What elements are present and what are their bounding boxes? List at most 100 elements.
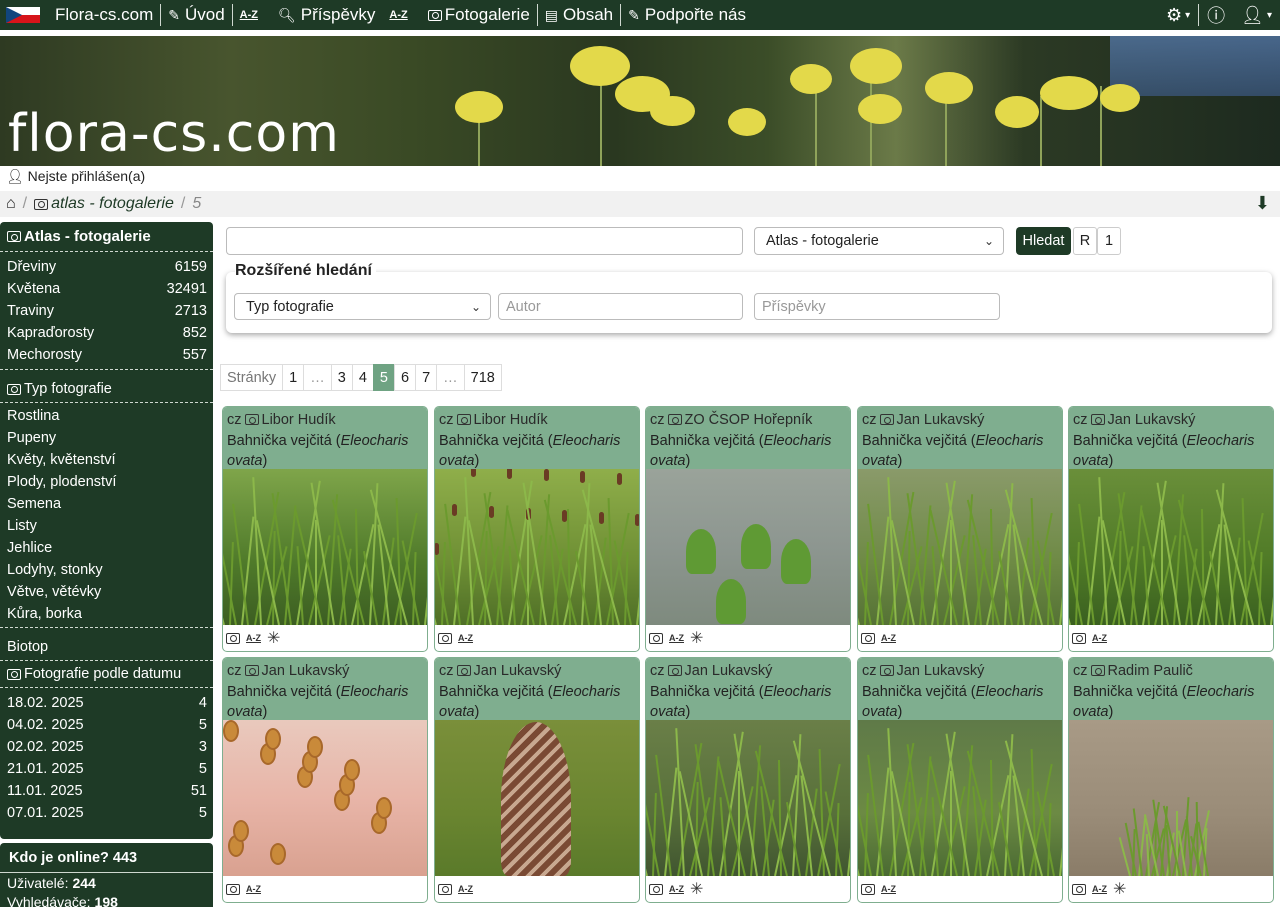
posts-field[interactable]: Příspěvky: [754, 293, 1000, 320]
card-author[interactable]: cz ZO ČSOP Hořepník: [650, 410, 846, 431]
card-photo[interactable]: [1069, 720, 1273, 876]
photo-type-select[interactable]: Typ fotografie ⌄: [234, 293, 491, 320]
card-author[interactable]: cz Jan Lukavský: [862, 410, 1058, 431]
asterisk-icon[interactable]: ✳: [1113, 879, 1126, 899]
czech-flag-icon[interactable]: [6, 7, 40, 23]
photo-card[interactable]: cz Radim Paulič Bahnička vejčitá (Eleochar…: [1068, 657, 1274, 903]
sidebar-date[interactable]: 02.02. 2025 3: [0, 736, 213, 758]
sidebar-category[interactable]: Kapraďorosty 852: [0, 322, 213, 344]
scroll-down-icon[interactable]: ⬇: [1255, 193, 1270, 214]
page-link[interactable]: 4: [351, 364, 374, 391]
home-icon[interactable]: ⌂: [6, 195, 16, 213]
card-photo[interactable]: [646, 720, 850, 876]
card-photo[interactable]: [646, 469, 850, 625]
card-title[interactable]: Bahnička vejčitá (Eleocharis ovata): [1073, 431, 1269, 472]
one-button[interactable]: 1: [1097, 227, 1121, 255]
az-icon[interactable]: A-Z: [881, 633, 896, 643]
card-photo[interactable]: [223, 469, 427, 625]
card-title[interactable]: Bahnička vejčitá (Eleocharis ovata): [439, 431, 635, 472]
card-photo[interactable]: [858, 469, 1062, 625]
page-link[interactable]: 7: [415, 364, 438, 391]
photo-card[interactable]: cz Jan Lukavský Bahnička vejčitá (Eleochar…: [434, 657, 640, 903]
sidebar-photo-type[interactable]: Květy, květenství: [0, 449, 213, 471]
camera-icon[interactable]: [649, 632, 663, 644]
author-field[interactable]: Autor: [498, 293, 743, 320]
az-icon[interactable]: A-Z: [246, 884, 261, 894]
az-icon[interactable]: A-Z: [1092, 633, 1107, 643]
camera-icon[interactable]: [649, 883, 663, 895]
card-author[interactable]: cz Libor Hudík: [439, 410, 635, 431]
card-title[interactable]: Bahnička vejčitá (Eleocharis ovata): [862, 431, 1058, 472]
search-button[interactable]: Hledat: [1016, 227, 1071, 255]
sidebar-title[interactable]: Atlas - fotogalerie: [0, 222, 213, 252]
settings-menu[interactable]: ⚙ ▾: [1158, 0, 1198, 30]
az-icon[interactable]: A-Z: [246, 633, 261, 643]
card-photo[interactable]: [1069, 469, 1273, 625]
camera-icon[interactable]: [226, 632, 240, 644]
site-name-link[interactable]: Flora-cs.com: [48, 0, 160, 30]
camera-icon[interactable]: [861, 632, 875, 644]
nav-item-az-2[interactable]: A-Z: [382, 0, 420, 30]
camera-icon[interactable]: [438, 883, 452, 895]
advanced-search-title[interactable]: Rozšířené hledání: [235, 262, 376, 280]
page-link[interactable]: 3: [330, 364, 353, 391]
page-link-current[interactable]: 5: [372, 364, 395, 391]
camera-icon[interactable]: [226, 883, 240, 895]
site-logo[interactable]: flora-cs.com: [8, 104, 340, 164]
sidebar-date[interactable]: 04.02. 2025 5: [0, 714, 213, 736]
page-link[interactable]: 1: [282, 364, 305, 391]
photo-card[interactable]: cz Jan Lukavský Bahnička vejčitá (Eleochar…: [857, 406, 1063, 652]
breadcrumb-gallery-link[interactable]: atlas - fotogalerie: [51, 195, 174, 213]
card-photo[interactable]: [223, 720, 427, 876]
asterisk-icon[interactable]: ✳: [690, 879, 703, 899]
sidebar-category[interactable]: Dřeviny 6159: [0, 256, 213, 278]
help-button[interactable]: ⓘ: [1199, 0, 1233, 30]
card-photo[interactable]: [435, 469, 639, 625]
asterisk-icon[interactable]: ✳: [690, 628, 703, 648]
az-icon[interactable]: A-Z: [458, 633, 473, 643]
sidebar-photo-type[interactable]: Větve, větévky: [0, 581, 213, 603]
card-title[interactable]: Bahnička vejčitá (Eleocharis ovata): [439, 682, 635, 723]
card-author[interactable]: cz Jan Lukavský: [862, 661, 1058, 682]
card-author[interactable]: cz Jan Lukavský: [439, 661, 635, 682]
nav-item-uvod[interactable]: ✎ Úvod: [161, 0, 231, 30]
photo-card[interactable]: cz Libor Hudík Bahnička vejčitá (Eleochari…: [434, 406, 640, 652]
sidebar-photo-type-title[interactable]: Typ fotografie: [0, 370, 213, 403]
sidebar-by-date-title[interactable]: Fotografie podle datumu: [0, 661, 213, 688]
sidebar-category[interactable]: Mechorosty 557: [0, 344, 213, 370]
nav-item-obsah[interactable]: ▤ Obsah: [538, 0, 620, 30]
sidebar-photo-type[interactable]: Semena: [0, 493, 213, 515]
login-status[interactable]: 👤︎ Nejste přihlášen(a): [6, 168, 145, 185]
card-photo[interactable]: [435, 720, 639, 876]
card-title[interactable]: Bahnička vejčitá (Eleocharis ovata): [1073, 682, 1269, 723]
az-icon[interactable]: A-Z: [458, 884, 473, 894]
photo-card[interactable]: cz Jan Lukavský Bahnička vejčitá (Eleochar…: [645, 657, 851, 903]
photo-card[interactable]: cz Libor Hudík Bahnička vejčitá (Eleochari…: [222, 406, 428, 652]
az-icon[interactable]: A-Z: [881, 884, 896, 894]
search-scope-select[interactable]: Atlas - fotogalerie ⌄: [754, 227, 1004, 255]
sidebar-date[interactable]: 18.02. 2025 4: [0, 692, 213, 714]
card-photo[interactable]: [858, 720, 1062, 876]
sidebar-date[interactable]: 21.01. 2025 5: [0, 758, 213, 780]
card-title[interactable]: Bahnička vejčitá (Eleocharis ovata): [650, 431, 846, 472]
nav-item-az[interactable]: A-Z: [233, 0, 271, 30]
card-author[interactable]: cz Jan Lukavský: [650, 661, 846, 682]
page-link[interactable]: 718: [463, 364, 502, 391]
photo-card[interactable]: cz ZO ČSOP Hořepník Bahnička vejčitá (Eleo…: [645, 406, 851, 652]
card-title[interactable]: Bahnička vejčitá (Eleocharis ovata): [227, 682, 423, 723]
camera-icon[interactable]: [1072, 883, 1086, 895]
sidebar-photo-type[interactable]: Pupeny: [0, 427, 213, 449]
card-author[interactable]: cz Libor Hudík: [227, 410, 423, 431]
az-icon[interactable]: A-Z: [1092, 884, 1107, 894]
sidebar-photo-type[interactable]: Jehlice: [0, 537, 213, 559]
user-menu[interactable]: 👤︎ ▾: [1233, 0, 1280, 30]
sidebar-photo-type[interactable]: Plody, plodenství: [0, 471, 213, 493]
az-icon[interactable]: A-Z: [669, 633, 684, 643]
sidebar-category[interactable]: Traviny 2713: [0, 300, 213, 322]
sidebar-date[interactable]: 11.01. 2025 51: [0, 780, 213, 802]
sidebar-photo-type[interactable]: Listy: [0, 515, 213, 537]
card-title[interactable]: Bahnička vejčitá (Eleocharis ovata): [862, 682, 1058, 723]
nav-item-prispevky[interactable]: 🔍︎ Příspěvky: [271, 0, 382, 30]
photo-card[interactable]: cz Jan Lukavský Bahnička vejčitá (Eleochar…: [1068, 406, 1274, 652]
photo-card[interactable]: cz Jan Lukavský Bahnička vejčitá (Eleochar…: [222, 657, 428, 903]
